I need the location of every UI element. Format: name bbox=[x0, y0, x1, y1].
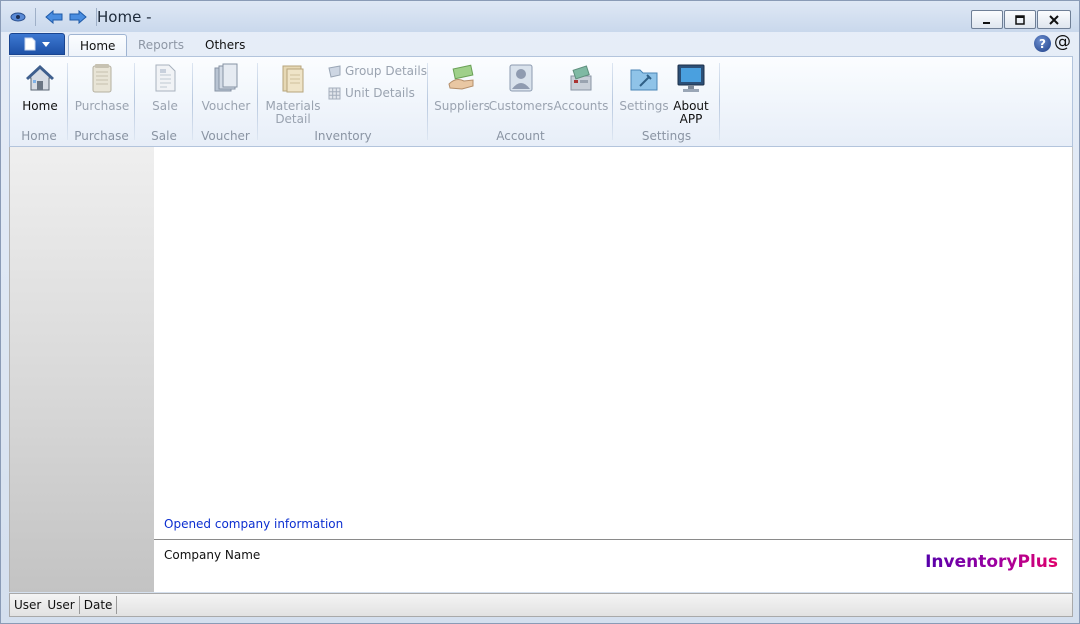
ribbon-group-inventory-label: Inventory bbox=[314, 129, 372, 143]
handshake-money-icon bbox=[445, 61, 479, 95]
person-id-card-icon bbox=[504, 61, 538, 95]
ribbon-group-sale-label: Sale bbox=[151, 129, 177, 143]
book-stack-icon bbox=[209, 61, 243, 95]
chevron-down-icon bbox=[42, 41, 50, 47]
voucher-button-label: Voucher bbox=[201, 99, 251, 113]
accounts-button-label: Accounts bbox=[553, 99, 609, 113]
status-user-value: User bbox=[47, 598, 75, 612]
close-icon bbox=[1049, 14, 1059, 25]
status-date: Date bbox=[80, 593, 117, 617]
settings-folder-icon bbox=[627, 61, 661, 95]
customers-button[interactable]: Customers bbox=[489, 61, 553, 113]
title-bar: Home - bbox=[1, 1, 1079, 32]
document-icon bbox=[24, 37, 36, 51]
monitor-icon bbox=[674, 61, 708, 95]
unit-details-button[interactable]: Unit Details bbox=[328, 86, 415, 100]
suppliers-button-label: Suppliers bbox=[434, 99, 490, 113]
invoice-icon bbox=[148, 61, 182, 95]
group-details-button[interactable]: Group Details bbox=[328, 64, 427, 78]
qat-separator bbox=[35, 8, 36, 26]
brand-logo: InventoryPlus bbox=[925, 552, 1058, 572]
side-panel bbox=[9, 147, 154, 592]
status-user-label: User bbox=[14, 598, 42, 612]
tab-others[interactable]: Others bbox=[194, 34, 256, 57]
cash-register-icon bbox=[564, 61, 598, 95]
window-controls bbox=[970, 10, 1071, 29]
quick-access-toolbar bbox=[9, 7, 101, 27]
sale-button-label: Sale bbox=[152, 99, 178, 113]
app-eye-icon[interactable] bbox=[9, 8, 27, 26]
window-title: Home - bbox=[97, 8, 152, 26]
help-icon[interactable]: ? bbox=[1034, 35, 1051, 52]
ribbon-group-inventory: Materials Detail Group Details Unit Deta… bbox=[258, 57, 428, 146]
ribbon-group-home-label: Home bbox=[21, 129, 57, 143]
group-details-icon bbox=[328, 64, 341, 78]
app-window: Home - Home Reports Others ? @ Home Home… bbox=[0, 0, 1080, 624]
application-menu-button[interactable] bbox=[9, 33, 65, 55]
ribbon-group-account-label: Account bbox=[496, 129, 545, 143]
divider bbox=[154, 539, 1073, 540]
ribbon-group-home: Home Home bbox=[10, 57, 68, 146]
forward-arrow-icon[interactable] bbox=[68, 8, 88, 26]
ribbon-group-purchase-label: Purchase bbox=[74, 129, 129, 143]
opened-company-info-link[interactable]: Opened company information bbox=[164, 517, 343, 531]
notepad-icon bbox=[85, 61, 119, 95]
main-content: Opened company information Company Name … bbox=[154, 147, 1073, 592]
purchase-button-label: Purchase bbox=[74, 99, 130, 113]
about-app-label-line2: APP bbox=[679, 112, 703, 126]
voucher-button[interactable]: Voucher bbox=[198, 61, 254, 113]
sale-button[interactable]: Sale bbox=[139, 61, 191, 113]
accounts-button[interactable]: Accounts bbox=[554, 61, 608, 113]
company-name-label: Company Name bbox=[164, 548, 261, 562]
customers-button-label: Customers bbox=[488, 99, 554, 113]
minimize-icon bbox=[983, 21, 990, 24]
purchase-button[interactable]: Purchase bbox=[73, 61, 131, 113]
home-button-label: Home bbox=[22, 99, 58, 113]
materials-detail-button[interactable]: Materials Detail bbox=[264, 61, 322, 126]
maximize-button[interactable] bbox=[1004, 10, 1036, 29]
ribbon-group-sale: Sale Sale bbox=[135, 57, 193, 146]
status-user: User User bbox=[10, 593, 79, 617]
settings-button-label: Settings bbox=[619, 99, 669, 113]
ribbon-group-purchase: Purchase Purchase bbox=[68, 57, 135, 146]
group-details-label: Group Details bbox=[345, 64, 427, 78]
ribbon: Home Home Purchase Purchase Sale Sale Vo… bbox=[9, 56, 1073, 147]
back-arrow-icon[interactable] bbox=[44, 8, 64, 26]
close-button[interactable] bbox=[1037, 10, 1071, 29]
ribbon-tab-row: Home Reports Others ? @ bbox=[9, 32, 1073, 57]
tab-home[interactable]: Home bbox=[68, 34, 128, 57]
minimize-button[interactable] bbox=[971, 10, 1003, 29]
ribbon-group-voucher: Voucher Voucher bbox=[193, 57, 258, 146]
at-sign-icon[interactable]: @ bbox=[1054, 32, 1071, 52]
ribbon-group-settings: Settings About APP Settings bbox=[613, 57, 720, 146]
house-icon bbox=[23, 61, 57, 95]
unit-details-label: Unit Details bbox=[345, 86, 415, 100]
status-bar: User User Date bbox=[9, 593, 1073, 617]
grid-icon bbox=[328, 87, 341, 99]
tab-reports[interactable]: Reports bbox=[127, 34, 195, 57]
settings-button[interactable]: Settings bbox=[619, 61, 669, 113]
home-button[interactable]: Home bbox=[14, 61, 66, 113]
folders-icon bbox=[276, 61, 310, 95]
ribbon-group-account: Suppliers Customers Accounts Account bbox=[428, 57, 613, 146]
materials-detail-label-line2: Detail bbox=[275, 112, 311, 126]
ribbon-group-settings-label: Settings bbox=[641, 129, 692, 143]
about-app-button[interactable]: About APP bbox=[671, 61, 711, 126]
maximize-icon bbox=[1015, 14, 1025, 25]
suppliers-button[interactable]: Suppliers bbox=[434, 61, 490, 113]
ribbon-group-voucher-label: Voucher bbox=[201, 129, 250, 143]
status-date-label: Date bbox=[83, 598, 113, 612]
